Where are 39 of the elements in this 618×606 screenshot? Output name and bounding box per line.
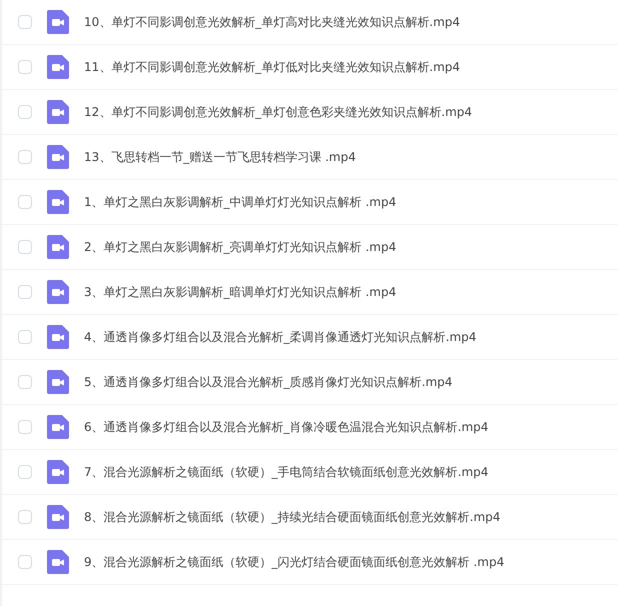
video-file-icon (47, 460, 69, 484)
video-file-icon (47, 280, 69, 304)
video-file-icon (47, 10, 69, 34)
file-name[interactable]: 6、通透肖像多灯组合以及混合光解析_肖像冷暖色温混合光知识点解析.mp4 (84, 418, 488, 436)
checkbox[interactable] (18, 330, 32, 344)
checkbox[interactable] (18, 195, 32, 209)
checkbox[interactable] (18, 555, 32, 569)
file-name[interactable]: 5、通透肖像多灯组合以及混合光解析_质感肖像灯光知识点解析.mp4 (84, 373, 452, 391)
checkbox[interactable] (18, 15, 32, 29)
video-file-icon (47, 325, 69, 349)
file-name[interactable]: 1、单灯之黑白灰影调解析_中调单灯灯光知识点解析 .mp4 (84, 193, 396, 211)
video-file-icon (47, 55, 69, 79)
video-file-icon (47, 145, 69, 169)
checkbox[interactable] (18, 375, 32, 389)
checkbox[interactable] (18, 60, 32, 74)
file-name[interactable]: 11、单灯不同影调创意光效解析_单灯低对比夹缝光效知识点解析.mp4 (84, 58, 460, 76)
file-name[interactable]: 8、混合光源解析之镜面纸（软硬）_持续光结合硬面镜面纸创意光效解析.mp4 (84, 508, 500, 526)
checkbox[interactable] (18, 420, 32, 434)
checkbox[interactable] (18, 465, 32, 479)
file-name[interactable]: 9、混合光源解析之镜面纸（软硬）_闪光灯结合硬面镜面纸创意光效解析 .mp4 (84, 553, 504, 571)
checkbox[interactable] (18, 510, 32, 524)
video-file-icon (47, 415, 69, 439)
file-name[interactable]: 7、混合光源解析之镜面纸（软硬）_手电筒结合软镜面纸创意光效解析.mp4 (84, 463, 488, 481)
checkbox[interactable] (18, 240, 32, 254)
video-file-icon (47, 235, 69, 259)
checkbox[interactable] (18, 150, 32, 164)
video-file-icon (47, 100, 69, 124)
file-name[interactable]: 3、单灯之黑白灰影调解析_暗调单灯灯光知识点解析 .mp4 (84, 283, 396, 301)
checkbox[interactable] (18, 285, 32, 299)
video-file-icon (47, 190, 69, 214)
file-name[interactable]: 13、飞思转档一节_赠送一节飞思转档学习课 .mp4 (84, 148, 356, 166)
video-file-icon (47, 370, 69, 394)
file-name[interactable]: 10、单灯不同影调创意光效解析_单灯高对比夹缝光效知识点解析.mp4 (84, 13, 460, 31)
file-name[interactable]: 2、单灯之黑白灰影调解析_亮调单灯灯光知识点解析 .mp4 (84, 238, 396, 256)
file-name[interactable]: 12、单灯不同影调创意光效解析_单灯创意色彩夹缝光效知识点解析.mp4 (84, 103, 472, 121)
file-name[interactable]: 4、通透肖像多灯组合以及混合光解析_柔调肖像通透灯光知识点解析.mp4 (84, 328, 476, 346)
video-file-icon (47, 550, 69, 574)
checkbox[interactable] (18, 105, 32, 119)
video-file-icon (47, 505, 69, 529)
